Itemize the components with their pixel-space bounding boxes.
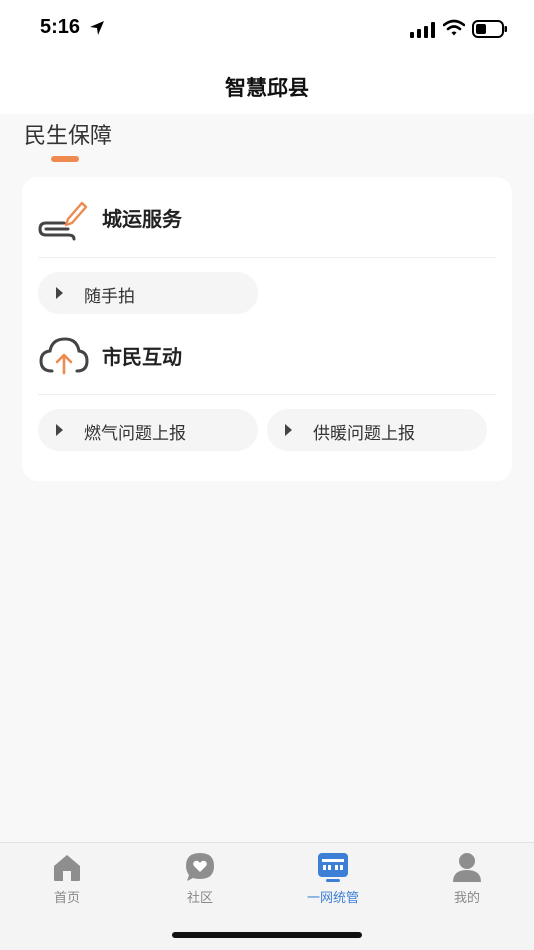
play-arrow-icon xyxy=(285,424,292,436)
group-label: 市民互动 xyxy=(102,345,182,369)
service-card: 城运服务 随手拍 市民互动 燃气问题上报 供暖问题上报 xyxy=(22,177,512,481)
group-label: 城运服务 xyxy=(102,207,182,231)
cellular-signal-icon xyxy=(410,22,435,38)
item-heating-issue-report-button[interactable]: 供暖问题上报 xyxy=(267,409,487,451)
tab-label: 社区 xyxy=(186,891,213,906)
item-label: 供暖问题上报 xyxy=(313,424,415,444)
section-tab-indicator xyxy=(51,156,79,162)
tab-unified-management[interactable]: 一网统管 xyxy=(283,849,383,909)
wifi-icon xyxy=(443,19,465,36)
section-title[interactable]: 民生保障 xyxy=(24,118,112,150)
item-snapshot-report-button[interactable]: 随手拍 xyxy=(38,272,258,314)
group-header-citizen-interaction: 市民互动 xyxy=(38,325,496,385)
pen-writing-icon xyxy=(38,201,88,241)
page-title: 智慧邱县 xyxy=(225,76,309,100)
divider xyxy=(38,257,496,258)
cloud-upload-icon xyxy=(39,337,89,375)
location-arrow-icon xyxy=(90,21,104,35)
item-gas-issue-report-button[interactable]: 燃气问题上报 xyxy=(38,409,258,451)
home-indicator xyxy=(172,932,362,938)
status-bar: 5:16 xyxy=(0,0,534,58)
tab-home[interactable]: 首页 xyxy=(17,849,117,909)
tab-mine[interactable]: 我的 xyxy=(417,849,517,909)
tab-community[interactable]: 社区 xyxy=(150,849,250,909)
heart-chat-icon xyxy=(186,853,214,881)
tab-label: 首页 xyxy=(53,891,80,906)
item-label: 燃气问题上报 xyxy=(84,424,186,444)
group-header-city-service: 城运服务 xyxy=(38,187,496,247)
battery-icon xyxy=(472,20,507,38)
person-icon xyxy=(453,853,481,882)
tab-label: 一网统管 xyxy=(306,891,359,906)
divider xyxy=(38,394,496,395)
monitor-network-icon xyxy=(318,853,348,882)
tab-label: 我的 xyxy=(453,891,480,906)
play-arrow-icon xyxy=(56,424,63,436)
home-icon xyxy=(54,855,80,881)
play-arrow-icon xyxy=(56,287,63,299)
status-time: 5:16 xyxy=(40,16,81,38)
item-label: 随手拍 xyxy=(84,287,135,307)
nav-bar: 智慧邱县 xyxy=(0,58,534,114)
